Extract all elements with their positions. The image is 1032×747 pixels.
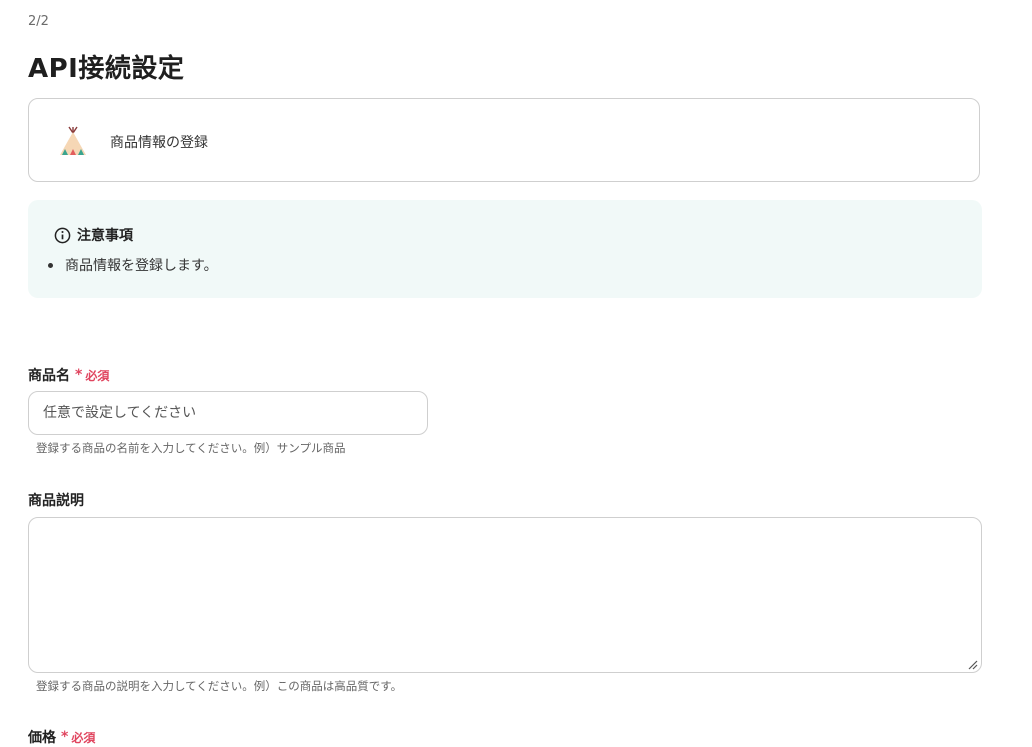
notice-item-text: 商品情報を登録します。: [65, 258, 218, 274]
product-name-hint: 登録する商品の名前を入力してください。例）サンプル商品: [36, 441, 346, 455]
resize-handle-icon[interactable]: [967, 659, 978, 670]
required-asterisk: *: [75, 367, 83, 383]
step-indicator: 2/2: [28, 14, 49, 29]
notice-header: 注意事項: [54, 225, 133, 245]
price-label-text: 価格: [28, 730, 56, 746]
product-name-label-text: 商品名: [28, 368, 70, 384]
teepee-icon: [60, 126, 86, 155]
required-badge: 必須: [85, 368, 110, 383]
product-description-textarea[interactable]: [28, 517, 982, 673]
product-name-label: 商品名 * 必須: [28, 365, 109, 385]
price-label: 価格 * 必須: [28, 727, 95, 747]
product-name-input[interactable]: [28, 391, 428, 435]
page-title: API接続設定: [28, 54, 185, 84]
required-asterisk: *: [61, 729, 69, 745]
product-description-label-text: 商品説明: [28, 493, 84, 509]
notice-panel: [28, 200, 982, 298]
product-description-hint: 登録する商品の説明を入力してください。例）この商品は高品質です。: [36, 679, 403, 693]
notice-item: 商品情報を登録します。: [48, 255, 218, 275]
info-icon: [54, 227, 71, 243]
notice-title: 注意事項: [77, 228, 133, 244]
required-badge: 必須: [71, 730, 96, 745]
bullet-icon: [48, 262, 53, 268]
product-description-label: 商品説明: [28, 490, 84, 510]
action-name: 商品情報の登録: [110, 135, 208, 151]
